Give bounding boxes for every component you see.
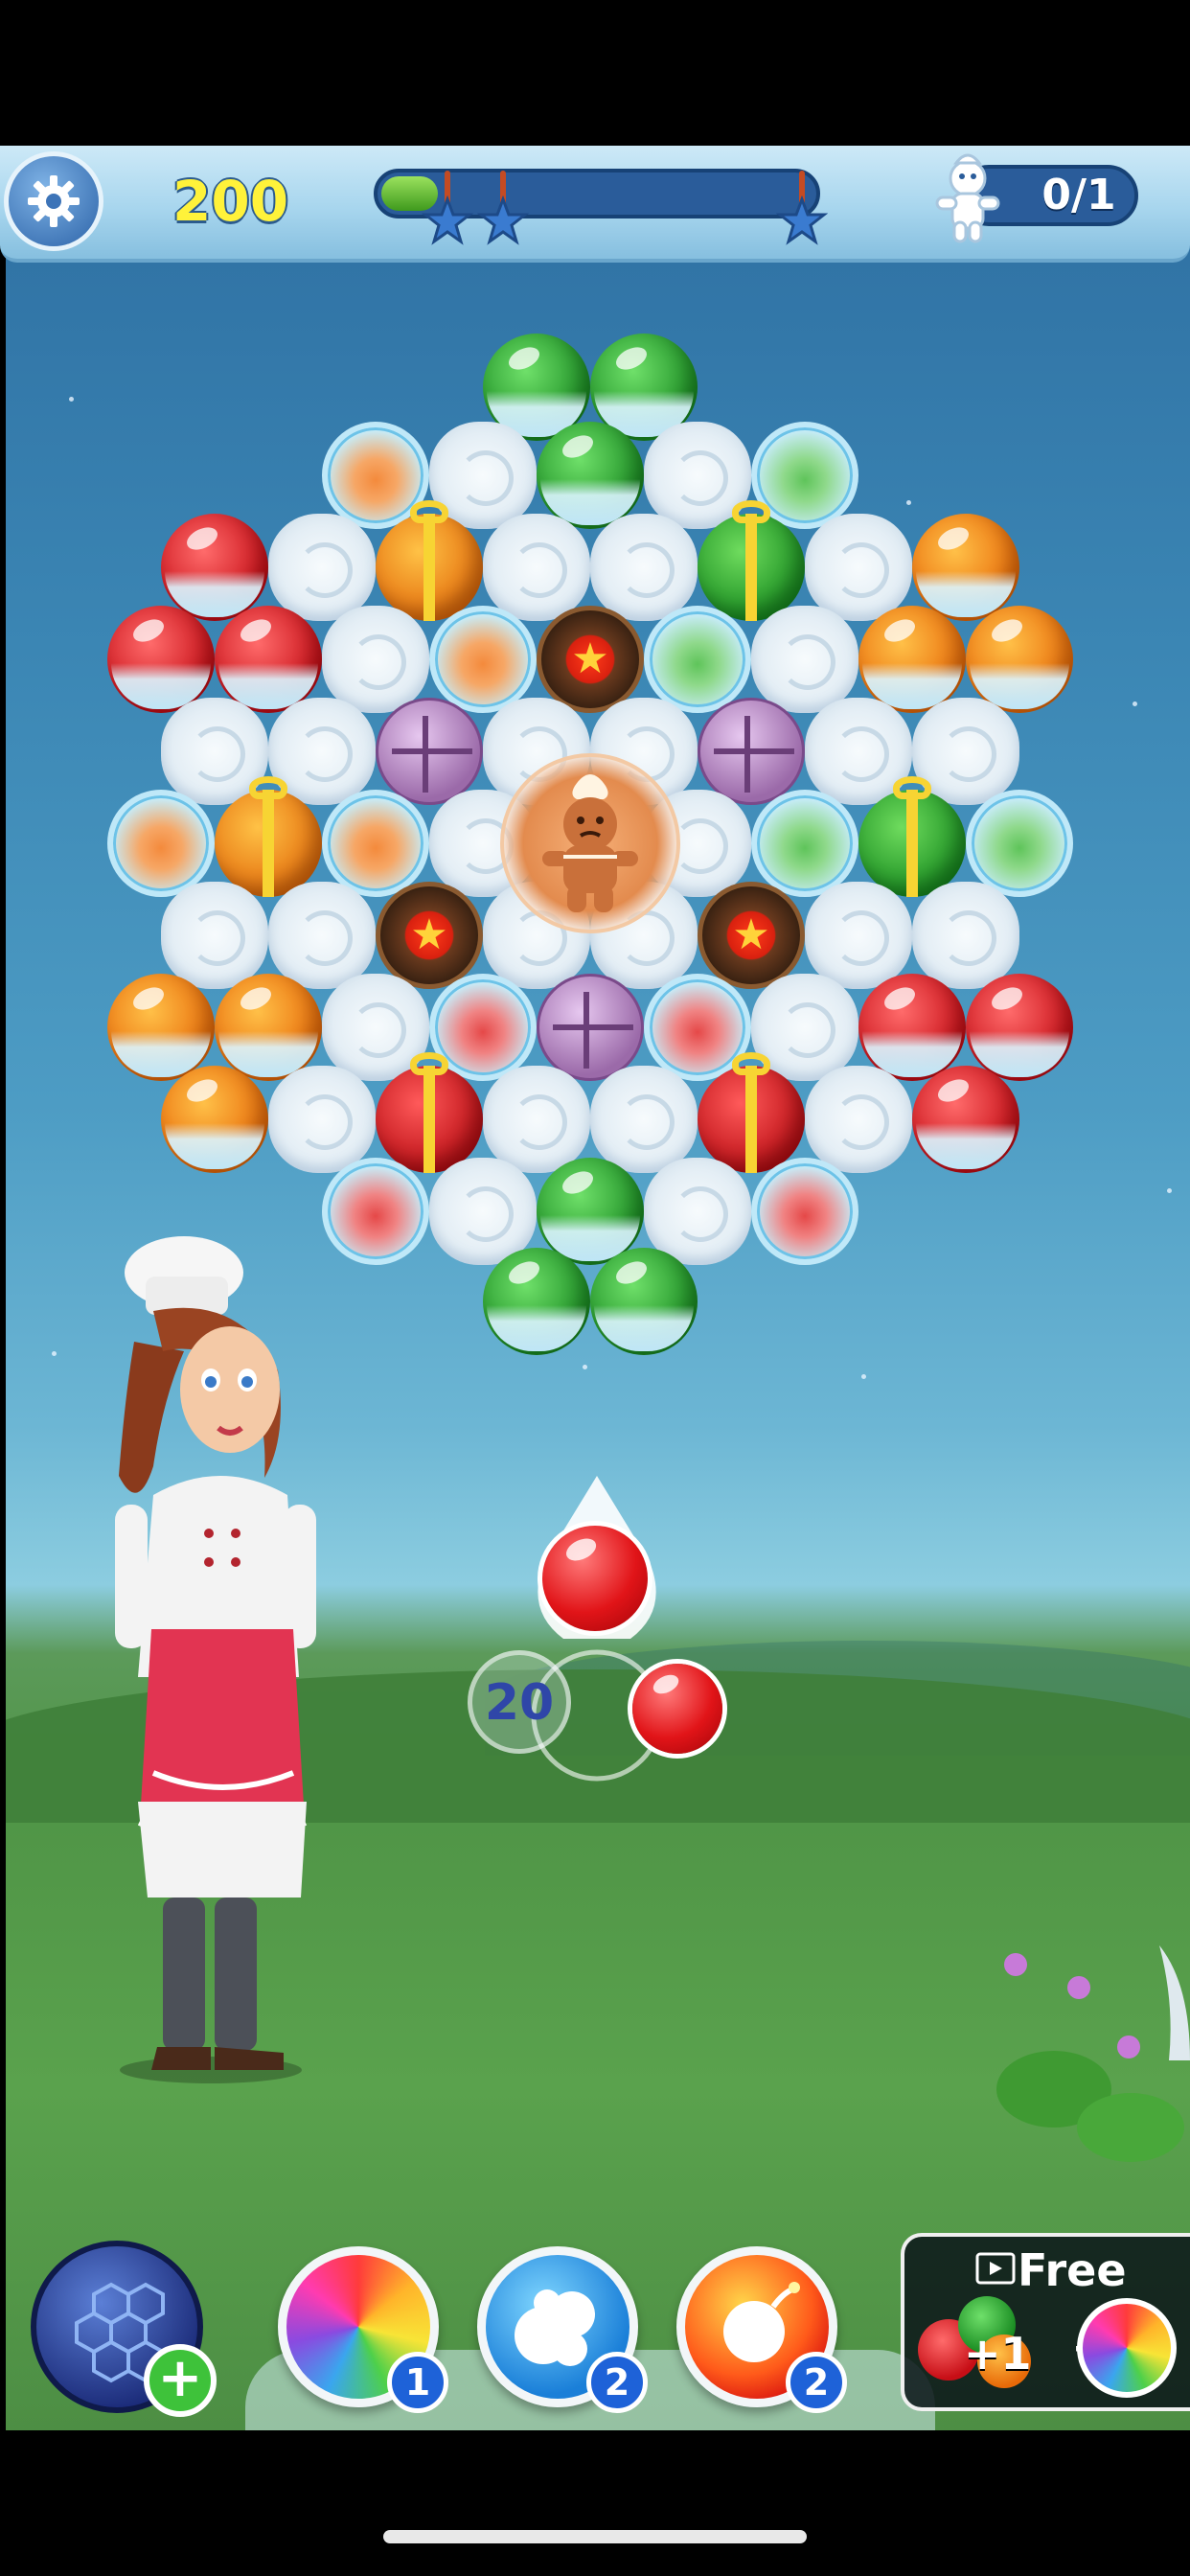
- metal-bubble: [698, 698, 805, 805]
- red-bubble: [107, 606, 215, 713]
- star-bomb-bubble: [376, 882, 483, 989]
- cloud-bubble: [268, 1066, 376, 1173]
- chef-character: [115, 1236, 316, 2083]
- star-bomb-bubble: [698, 882, 805, 989]
- red-gift-bubble: [698, 1052, 805, 1173]
- frozen-orange-bubble: [429, 606, 537, 713]
- cloud-bubble: [751, 606, 858, 713]
- frozen-red-bubble: [322, 1158, 429, 1265]
- progress-star-icon: [477, 196, 529, 245]
- star-bomb-bubble: [537, 606, 644, 713]
- frozen-green-bubble: [751, 790, 858, 897]
- gingerbread-target-bubble: [500, 753, 680, 933]
- cloud-bubble: [805, 882, 912, 989]
- sparkle: [52, 1351, 57, 1356]
- frozen-green-bubble: [644, 606, 751, 713]
- metal-bubble: [376, 698, 483, 805]
- cloud-bubble: [322, 606, 429, 713]
- progress-star-icon: [776, 196, 828, 245]
- cloud-bubble: [429, 1158, 537, 1265]
- frozen-orange-bubble: [107, 790, 215, 897]
- progress-star-icon: [422, 196, 473, 245]
- rainbow-booster-count: 1: [387, 2352, 448, 2413]
- cloud-bubble: [805, 1066, 912, 1173]
- green-gift-bubble: [858, 776, 966, 897]
- red-bubble: [215, 606, 322, 713]
- cloud-bubble: [483, 514, 590, 621]
- home-indicator[interactable]: [383, 2530, 807, 2543]
- sparkle: [906, 500, 911, 505]
- red-bubble: [966, 974, 1073, 1081]
- frozen-orange-bubble: [322, 790, 429, 897]
- orange-bubble: [161, 1066, 268, 1173]
- gear-icon: [28, 175, 80, 227]
- flower-decoration: [996, 1945, 1190, 2162]
- cloud-bubble: [483, 1066, 590, 1173]
- green-gift-bubble: [698, 500, 805, 621]
- free-offer-label: Free: [1018, 2244, 1127, 2296]
- frozen-green-bubble: [966, 790, 1073, 897]
- cloud-bubble: [912, 882, 1019, 989]
- sparkle: [861, 1374, 866, 1379]
- cloud-bubble: [268, 882, 376, 989]
- gingerbread-icon: [935, 153, 1000, 243]
- shots-left-count: 20: [484, 1674, 555, 1732]
- orange-bubble: [107, 974, 215, 1081]
- rainbow-bubble-icon: [1077, 2298, 1177, 2398]
- add-booster-button[interactable]: +: [144, 2344, 217, 2417]
- sparkle: [1167, 1188, 1172, 1193]
- sparkle: [583, 1365, 587, 1369]
- red-bubble: [912, 1066, 1019, 1173]
- orange-gift-bubble: [376, 500, 483, 621]
- home-bar-area: [0, 2430, 1190, 2576]
- fire-bomb-booster-count: 2: [786, 2352, 847, 2413]
- orange-gift-bubble: [215, 776, 322, 897]
- orange-bubble: [912, 514, 1019, 621]
- metal-bubble: [537, 974, 644, 1081]
- current-bubble[interactable]: [542, 1526, 648, 1631]
- cloud-bubble: [590, 1066, 698, 1173]
- orange-bubble: [215, 974, 322, 1081]
- sparkle: [1133, 702, 1137, 706]
- green-bubble: [537, 422, 644, 529]
- gingerbread-icon: [542, 774, 638, 912]
- video-icon: [975, 2252, 1016, 2285]
- multi-bubble-booster-count: 2: [586, 2352, 648, 2413]
- orange-bubble: [858, 606, 966, 713]
- red-gift-bubble: [376, 1052, 483, 1173]
- red-bubble: [161, 514, 268, 621]
- status-bar: [0, 0, 1190, 146]
- cloud-bubble: [644, 1158, 751, 1265]
- next-bubble[interactable]: [632, 1664, 722, 1754]
- score-value: 200: [172, 169, 289, 234]
- settings-button[interactable]: [4, 151, 103, 251]
- green-bubble: [483, 1248, 590, 1355]
- sparkle: [69, 397, 74, 402]
- cloud-bubble: [161, 882, 268, 989]
- frozen-red-bubble: [751, 1158, 858, 1265]
- cloud-bubble: [268, 514, 376, 621]
- green-bubble: [537, 1158, 644, 1265]
- red-bubble: [858, 974, 966, 1081]
- free-plus-one: +1: [964, 2328, 1032, 2380]
- green-bubble: [590, 1248, 698, 1355]
- cloud-bubble: [590, 514, 698, 621]
- goal-progress-text: 0/1: [1041, 171, 1116, 219]
- cloud-bubble: [805, 514, 912, 621]
- orange-bubble: [966, 606, 1073, 713]
